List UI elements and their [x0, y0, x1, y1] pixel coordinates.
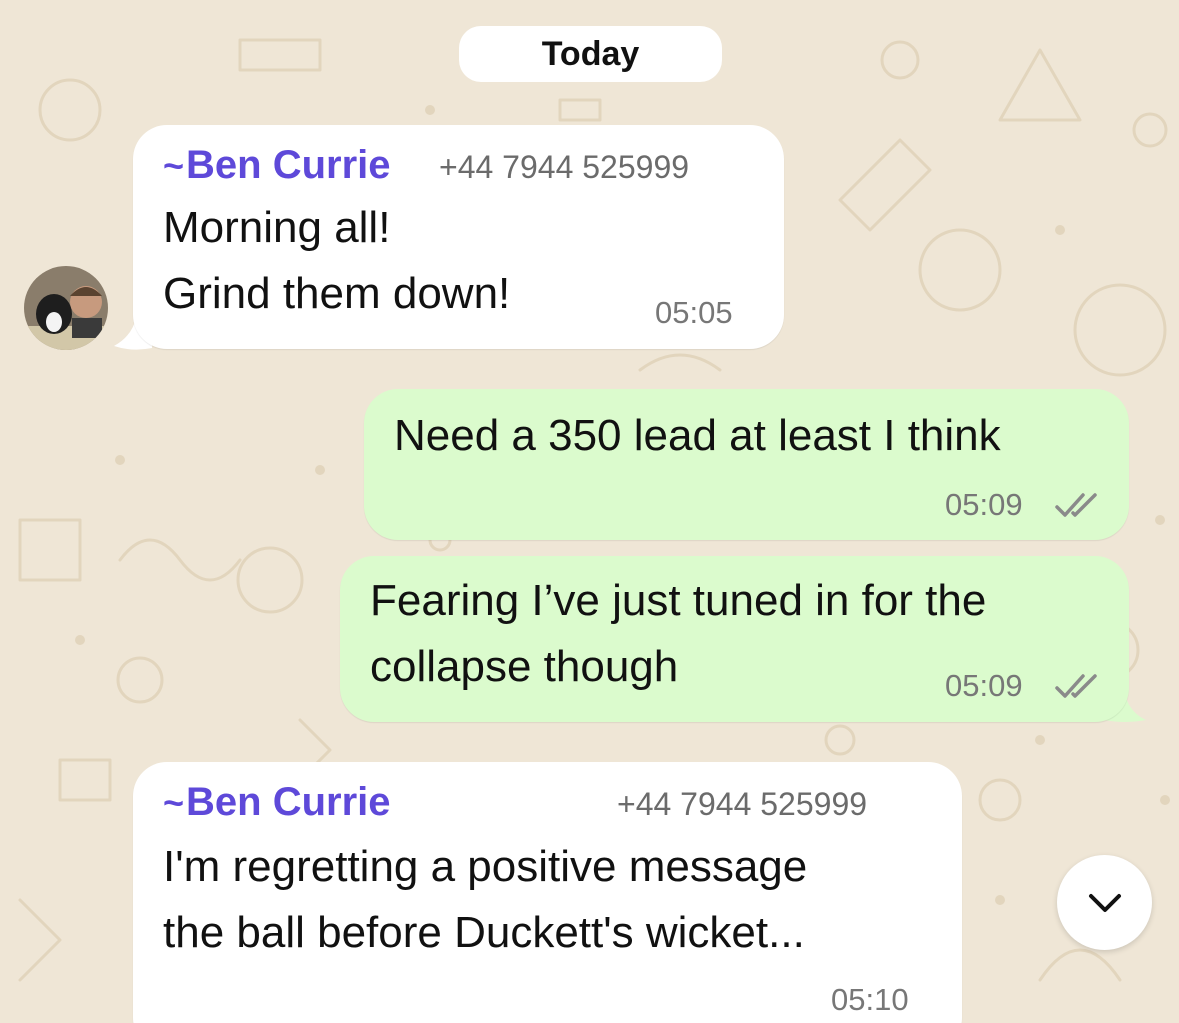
message-time: 05:09 [945, 487, 1023, 522]
message-bubble-outgoing[interactable]: Fearing I’ve just tuned in for the colla… [340, 556, 1129, 722]
sender-prefix: ~ [163, 145, 185, 186]
double-check-icon [1055, 493, 1097, 517]
sender-phone: +44 7944 525999 [617, 786, 868, 822]
message-time: 05:09 [945, 668, 1023, 703]
sender-name[interactable]: Ben Currie [186, 780, 391, 824]
message-sender[interactable]: ~Ben Currie [163, 143, 391, 188]
sender-prefix: ~ [163, 782, 185, 823]
sender-phone: +44 7944 525999 [439, 149, 690, 185]
sender-name[interactable]: Ben Currie [186, 143, 391, 187]
message-text-line: I'm regretting a positive message [163, 842, 808, 891]
message-sender[interactable]: ~Ben Currie [163, 780, 391, 825]
sender-avatar[interactable] [24, 266, 108, 350]
message-text-line: the ball before Duckett's wicket... [163, 908, 805, 957]
message-bubble-outgoing[interactable]: Need a 350 lead at least I think 05:09 [364, 389, 1129, 540]
date-separator: Today [459, 26, 722, 82]
message-time: 05:10 [831, 982, 909, 1017]
message-text-line: Morning all! [163, 203, 391, 252]
scroll-to-bottom-button[interactable] [1057, 855, 1152, 950]
message-text-line: Fearing I’ve just tuned in for the [370, 576, 987, 625]
message-text-line: collapse though [370, 642, 679, 691]
message-text-line: Grind them down! [163, 269, 511, 318]
chevron-down-icon [1088, 893, 1121, 912]
message-text-line: Need a 350 lead at least I think [394, 411, 1001, 460]
message-time: 05:05 [655, 295, 733, 330]
double-check-icon [1055, 674, 1097, 698]
message-bubble-incoming[interactable]: ~Ben Currie +44 7944 525999 I'm regretti… [133, 762, 962, 1023]
message-bubble-incoming[interactable]: ~Ben Currie +44 7944 525999 Morning all!… [133, 125, 784, 349]
avatar-image [24, 266, 108, 350]
